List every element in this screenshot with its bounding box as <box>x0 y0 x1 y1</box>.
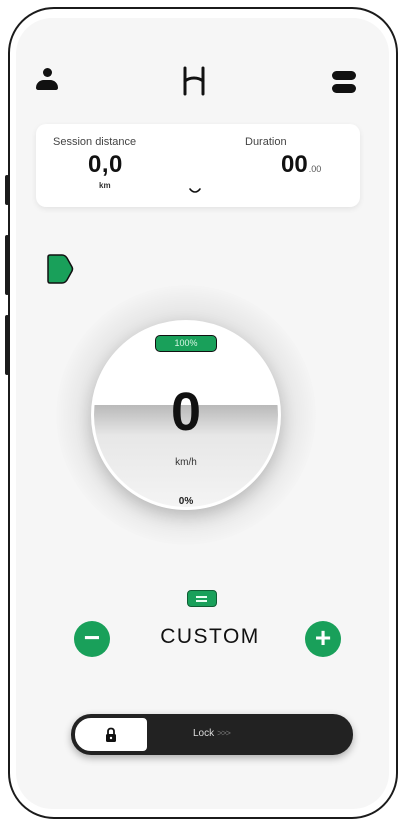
duration-value: 00.00 <box>281 151 321 179</box>
user-icon[interactable] <box>36 68 58 94</box>
bike-logo-icon <box>183 66 205 96</box>
ride-mode-label: CUSTOM <box>160 625 260 648</box>
phone-volume-up-button <box>5 235 9 295</box>
menu-icon[interactable] <box>332 71 356 95</box>
duration-label: Duration <box>245 136 287 148</box>
session-distance-value: 0,0 <box>88 151 123 178</box>
lock-icon <box>106 727 116 742</box>
duration-main: 00 <box>281 151 308 178</box>
swipe-arrows-icon: >>> <box>217 728 231 738</box>
speed-unit: km/h <box>175 457 197 468</box>
session-distance-unit: km <box>99 181 111 190</box>
lock-slider-handle[interactable] <box>73 716 149 753</box>
lock-slider[interactable]: Lock >>> <box>71 714 353 755</box>
power-level-value: 0% <box>178 496 194 507</box>
speed-value: 0 <box>170 382 202 442</box>
session-stats-card: Session distance Duration 0,0 km 00.00 <box>36 124 360 207</box>
lock-text: Lock <box>193 728 215 739</box>
battery-badge: 100% <box>155 335 217 352</box>
phone-side-button <box>5 175 9 205</box>
duration-decimal: .00 <box>308 164 322 174</box>
session-distance-label: Session distance <box>53 136 137 148</box>
assist-level-tag-icon[interactable] <box>46 254 74 284</box>
mode-settings-icon[interactable] <box>187 590 217 607</box>
increase-mode-button[interactable]: + <box>305 621 341 657</box>
chevron-down-icon[interactable] <box>188 186 202 196</box>
lock-label: Lock >>> <box>193 728 231 739</box>
phone-volume-down-button <box>5 315 9 375</box>
